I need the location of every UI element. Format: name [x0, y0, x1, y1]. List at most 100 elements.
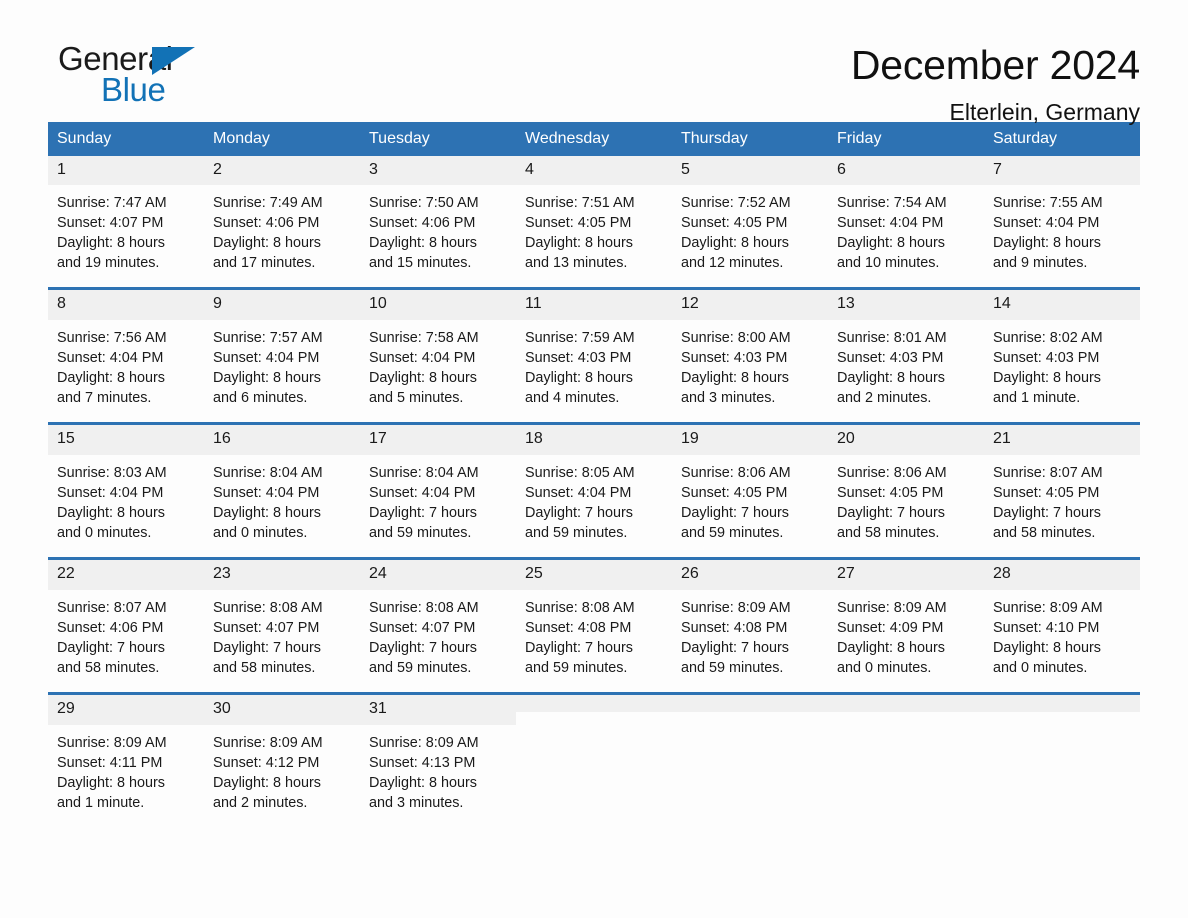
sunset-text: Sunset: 4:07 PM: [213, 619, 320, 636]
weekday-header-friday: Friday: [828, 122, 984, 156]
day-cell[interactable]: 2 Sunrise: 7:49 AM Sunset: 4:06 PM Dayli…: [204, 155, 360, 289]
day-cell[interactable]: 21 Sunrise: 8:07 AM Sunset: 4:05 PM Dayl…: [984, 422, 1140, 559]
day-details: Sunrise: 8:07 AM Sunset: 4:06 PM Dayligh…: [48, 590, 204, 692]
daylight-text-line1: Daylight: 8 hours: [837, 370, 945, 387]
sunset-text: Sunset: 4:08 PM: [525, 619, 632, 636]
day-details: Sunrise: 7:57 AM Sunset: 4:04 PM Dayligh…: [204, 320, 360, 422]
day-cell[interactable]: 9 Sunrise: 7:57 AM Sunset: 4:04 PM Dayli…: [204, 287, 360, 424]
daylight-text-line2: and 0 minutes.: [57, 524, 152, 541]
day-details: Sunrise: 8:06 AM Sunset: 4:05 PM Dayligh…: [828, 455, 984, 557]
daylight-text-line1: Daylight: 8 hours: [57, 774, 165, 791]
sunset-text: Sunset: 4:12 PM: [213, 754, 320, 771]
day-cell-empty: [516, 691, 672, 827]
sunrise-text: Sunrise: 8:07 AM: [993, 464, 1103, 481]
day-cell[interactable]: 7 Sunrise: 7:55 AM Sunset: 4:04 PM Dayli…: [984, 155, 1140, 289]
daylight-text-line1: Daylight: 8 hours: [213, 774, 321, 791]
day-cell[interactable]: 20 Sunrise: 8:06 AM Sunset: 4:05 PM Dayl…: [828, 422, 984, 559]
day-cell[interactable]: 24 Sunrise: 8:08 AM Sunset: 4:07 PM Dayl…: [360, 556, 516, 694]
sunset-text: Sunset: 4:04 PM: [57, 350, 164, 367]
day-cell[interactable]: 15 Sunrise: 8:03 AM Sunset: 4:04 PM Dayl…: [48, 422, 204, 559]
day-cell[interactable]: 1 Sunrise: 7:47 AM Sunset: 4:07 PM Dayli…: [48, 155, 204, 289]
day-cell[interactable]: 31 Sunrise: 8:09 AM Sunset: 4:13 PM Dayl…: [360, 691, 516, 827]
sunrise-text: Sunrise: 8:07 AM: [57, 599, 167, 616]
sunset-text: Sunset: 4:04 PM: [993, 215, 1100, 232]
generalblue-logo[interactable]: General Blue: [48, 42, 248, 112]
logo-text-blue: Blue: [101, 71, 166, 108]
daylight-text-line1: Daylight: 8 hours: [525, 370, 633, 387]
day-details: Sunrise: 8:00 AM Sunset: 4:03 PM Dayligh…: [672, 320, 828, 422]
day-details: Sunrise: 8:01 AM Sunset: 4:03 PM Dayligh…: [828, 320, 984, 422]
day-details: Sunrise: 7:59 AM Sunset: 4:03 PM Dayligh…: [516, 320, 672, 422]
daylight-text-line2: and 9 minutes.: [993, 255, 1088, 272]
sunrise-text: Sunrise: 8:09 AM: [837, 599, 947, 616]
sunrise-text: Sunrise: 7:57 AM: [213, 330, 323, 347]
day-cell[interactable]: 23 Sunrise: 8:08 AM Sunset: 4:07 PM Dayl…: [204, 556, 360, 694]
day-cell[interactable]: 27 Sunrise: 8:09 AM Sunset: 4:09 PM Dayl…: [828, 556, 984, 694]
day-details: Sunrise: 8:08 AM Sunset: 4:07 PM Dayligh…: [360, 590, 516, 692]
day-cell-empty: [984, 691, 1140, 827]
sunrise-text: Sunrise: 8:08 AM: [213, 599, 323, 616]
sunset-text: Sunset: 4:08 PM: [681, 619, 788, 636]
day-cell[interactable]: 10 Sunrise: 7:58 AM Sunset: 4:04 PM Dayl…: [360, 287, 516, 424]
sunset-text: Sunset: 4:04 PM: [525, 484, 632, 501]
title-block: December 2024 Elterlein, Germany: [248, 42, 1140, 124]
daylight-text-line2: and 58 minutes.: [213, 659, 316, 676]
sunrise-text: Sunrise: 8:09 AM: [369, 734, 479, 751]
day-number: 26: [672, 559, 828, 590]
daylight-text-line1: Daylight: 8 hours: [213, 370, 321, 387]
day-cell[interactable]: 12 Sunrise: 8:00 AM Sunset: 4:03 PM Dayl…: [672, 287, 828, 424]
day-cell[interactable]: 19 Sunrise: 8:06 AM Sunset: 4:05 PM Dayl…: [672, 422, 828, 559]
day-cell[interactable]: 22 Sunrise: 8:07 AM Sunset: 4:06 PM Dayl…: [48, 556, 204, 694]
daylight-text-line1: Daylight: 7 hours: [681, 639, 789, 656]
day-cell[interactable]: 26 Sunrise: 8:09 AM Sunset: 4:08 PM Dayl…: [672, 556, 828, 694]
day-details: Sunrise: 7:58 AM Sunset: 4:04 PM Dayligh…: [360, 320, 516, 422]
day-number: 21: [984, 425, 1140, 455]
daylight-text-line1: Daylight: 7 hours: [369, 639, 477, 656]
day-cell[interactable]: 16 Sunrise: 8:04 AM Sunset: 4:04 PM Dayl…: [204, 422, 360, 559]
sunrise-text: Sunrise: 8:01 AM: [837, 330, 947, 347]
day-cell[interactable]: 30 Sunrise: 8:09 AM Sunset: 4:12 PM Dayl…: [204, 691, 360, 827]
sunrise-text: Sunrise: 8:09 AM: [993, 599, 1103, 616]
day-cell[interactable]: 8 Sunrise: 7:56 AM Sunset: 4:04 PM Dayli…: [48, 287, 204, 424]
day-cell[interactable]: 13 Sunrise: 8:01 AM Sunset: 4:03 PM Dayl…: [828, 287, 984, 424]
daylight-text-line1: Daylight: 7 hours: [681, 504, 789, 521]
daylight-text-line2: and 5 minutes.: [369, 390, 464, 407]
day-cell[interactable]: 4 Sunrise: 7:51 AM Sunset: 4:05 PM Dayli…: [516, 155, 672, 289]
daylight-text-line1: Daylight: 8 hours: [57, 370, 165, 387]
day-cell[interactable]: 18 Sunrise: 8:05 AM Sunset: 4:04 PM Dayl…: [516, 422, 672, 559]
daylight-text-line1: Daylight: 7 hours: [57, 639, 165, 656]
sunset-text: Sunset: 4:09 PM: [837, 619, 944, 636]
sunset-text: Sunset: 4:04 PM: [837, 215, 944, 232]
day-cell[interactable]: 28 Sunrise: 8:09 AM Sunset: 4:10 PM Dayl…: [984, 556, 1140, 694]
sunrise-text: Sunrise: 7:50 AM: [369, 195, 479, 212]
day-details: Sunrise: 7:52 AM Sunset: 4:05 PM Dayligh…: [672, 185, 828, 287]
day-cell[interactable]: 17 Sunrise: 8:04 AM Sunset: 4:04 PM Dayl…: [360, 422, 516, 559]
month-calendar: Sunday Monday Tuesday Wednesday Thursday…: [48, 122, 1140, 827]
day-details: [516, 712, 672, 798]
sunrise-text: Sunrise: 8:03 AM: [57, 464, 167, 481]
daylight-text-line1: Daylight: 7 hours: [369, 504, 477, 521]
day-cell[interactable]: 3 Sunrise: 7:50 AM Sunset: 4:06 PM Dayli…: [360, 155, 516, 289]
day-cell[interactable]: 29 Sunrise: 8:09 AM Sunset: 4:11 PM Dayl…: [48, 691, 204, 827]
day-cell[interactable]: 6 Sunrise: 7:54 AM Sunset: 4:04 PM Dayli…: [828, 155, 984, 289]
day-cell[interactable]: 14 Sunrise: 8:02 AM Sunset: 4:03 PM Dayl…: [984, 287, 1140, 424]
sunrise-text: Sunrise: 8:06 AM: [681, 464, 791, 481]
day-number: 6: [828, 155, 984, 186]
sunrise-text: Sunrise: 8:09 AM: [213, 734, 323, 751]
day-details: Sunrise: 8:09 AM Sunset: 4:11 PM Dayligh…: [48, 725, 204, 827]
sunset-text: Sunset: 4:04 PM: [369, 350, 476, 367]
day-number: 1: [48, 155, 204, 186]
day-cell[interactable]: 5 Sunrise: 7:52 AM Sunset: 4:05 PM Dayli…: [672, 155, 828, 289]
day-details: [984, 712, 1140, 798]
day-cell[interactable]: 11 Sunrise: 7:59 AM Sunset: 4:03 PM Dayl…: [516, 287, 672, 424]
day-cell[interactable]: 25 Sunrise: 8:08 AM Sunset: 4:08 PM Dayl…: [516, 556, 672, 694]
daylight-text-line1: Daylight: 7 hours: [213, 639, 321, 656]
day-details: [828, 712, 984, 798]
sunrise-text: Sunrise: 7:59 AM: [525, 330, 635, 347]
day-details: Sunrise: 7:55 AM Sunset: 4:04 PM Dayligh…: [984, 185, 1140, 287]
day-details: Sunrise: 8:09 AM Sunset: 4:13 PM Dayligh…: [360, 725, 516, 827]
day-details: Sunrise: 8:09 AM Sunset: 4:12 PM Dayligh…: [204, 725, 360, 827]
daylight-text-line2: and 58 minutes.: [837, 524, 940, 541]
sunset-text: Sunset: 4:07 PM: [369, 619, 476, 636]
sunrise-text: Sunrise: 8:09 AM: [681, 599, 791, 616]
